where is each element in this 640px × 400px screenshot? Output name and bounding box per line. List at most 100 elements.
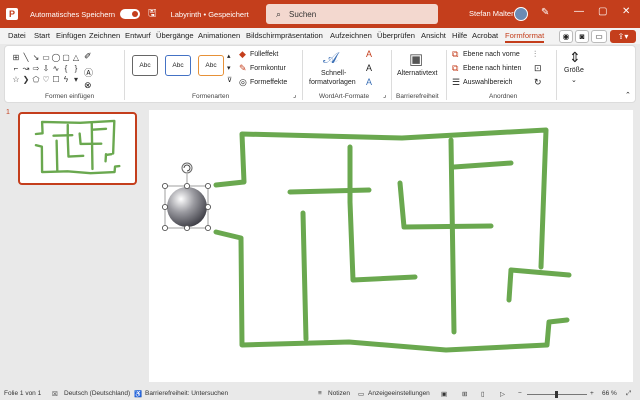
shapes-gallery[interactable]: ⊞ ╲ ↘ ▭ ◯ ▢ △ ⌐ ↝ ⇨ ⇩ ∿ { } ☆ ❯ ⬠ ♡ ☐ ϟ … xyxy=(11,52,81,88)
curved-connector-icon[interactable]: ↝ xyxy=(21,63,31,74)
close-icon[interactable]: ✕ xyxy=(622,6,630,17)
accessibility-icon[interactable]: ♿ xyxy=(134,390,142,398)
send-backward-button[interactable]: Ebene nach hinten xyxy=(463,65,521,72)
dialog-launcher-icon[interactable]: ⌟ xyxy=(383,91,386,99)
brace-right-icon[interactable]: } xyxy=(71,63,81,74)
align-icon[interactable]: ⫶ xyxy=(534,49,536,60)
notes-icon[interactable]: ≡ xyxy=(318,390,322,397)
text-effects-icon[interactable]: A xyxy=(366,77,372,87)
textbox-draw-icon[interactable]: Ⓐ xyxy=(84,66,93,79)
maze-lines[interactable] xyxy=(213,127,572,353)
language-icon[interactable]: ☒ xyxy=(52,390,58,398)
elbow-connector-icon[interactable]: ⌐ xyxy=(11,63,21,74)
tab-ansicht[interactable]: Ansicht xyxy=(421,31,446,40)
tab-formformat[interactable]: Formformat xyxy=(505,31,545,43)
heart-icon[interactable]: ♡ xyxy=(41,74,51,85)
size-icon[interactable]: ⇕ xyxy=(569,49,581,66)
notes-button[interactable]: Notizen xyxy=(328,390,350,397)
tab-acrobat[interactable]: Acrobat xyxy=(472,31,498,40)
rotate-icon[interactable]: ↻ xyxy=(534,77,542,88)
avatar[interactable] xyxy=(514,7,528,21)
size-button[interactable]: Größe xyxy=(564,67,584,74)
bring-forward-button[interactable]: Ebene nach vorne xyxy=(463,51,520,58)
text-outline-icon[interactable]: A xyxy=(366,63,372,73)
zoom-out-icon[interactable]: − xyxy=(518,390,522,397)
down-arrow-icon[interactable]: ⇩ xyxy=(41,63,51,74)
gallery-down-icon[interactable]: ▾ xyxy=(227,64,231,72)
more-shapes-icon[interactable]: ▾ xyxy=(71,74,81,85)
text-fill-icon[interactable]: A xyxy=(366,49,372,59)
wordart-a-icon[interactable]: 𝒜 xyxy=(323,50,338,68)
gallery-up-icon[interactable]: ▴ xyxy=(227,52,231,60)
triangle-icon[interactable]: △ xyxy=(71,52,81,63)
chevron-down-icon[interactable]: ⌄ xyxy=(571,76,577,84)
dialog-launcher-icon[interactable]: ⌟ xyxy=(293,91,296,99)
display-settings-icon[interactable]: ▭ xyxy=(358,390,364,398)
right-arrow-icon[interactable]: ⇨ xyxy=(31,63,41,74)
tab-datei[interactable]: Datei xyxy=(8,31,26,40)
tab-zeichnen[interactable]: Zeichnen xyxy=(89,31,120,40)
quick-styles-label-2[interactable]: formatvorlagen xyxy=(309,79,356,86)
tab-aufzeichnen[interactable]: Aufzeichnen xyxy=(330,31,372,40)
zoom-level[interactable]: 66 % xyxy=(602,390,617,397)
selected-ball-shape[interactable] xyxy=(161,162,212,232)
user-name[interactable]: Stefan Malter xyxy=(469,9,514,18)
tab-entwurf[interactable]: Entwurf xyxy=(125,31,151,40)
line-icon[interactable]: ╲ xyxy=(21,52,31,63)
merge-shapes-icon[interactable]: ⊗ xyxy=(84,80,92,91)
fit-to-window-icon[interactable]: ⤢ xyxy=(626,390,631,398)
slide-thumbnail[interactable] xyxy=(18,112,137,185)
tab-hilfe[interactable]: Hilfe xyxy=(452,31,467,40)
minimize-icon[interactable]: — xyxy=(574,6,584,17)
brace-icon[interactable]: { xyxy=(61,63,71,74)
star-icon[interactable]: ☆ xyxy=(11,74,21,85)
rotate-handle-icon[interactable] xyxy=(181,162,193,174)
slide-canvas[interactable] xyxy=(149,110,633,382)
shape-outline-button[interactable]: Formkontur xyxy=(250,65,286,72)
tab-bildschirmpraesentation[interactable]: Bildschirmpräsentation xyxy=(246,31,323,40)
curve-icon[interactable]: ∿ xyxy=(51,63,61,74)
search-box[interactable]: ⌕ Suchen xyxy=(266,4,438,24)
maze-drawing[interactable] xyxy=(149,110,633,382)
ball-shape[interactable] xyxy=(167,187,207,227)
slideshow-icon[interactable]: ▷ xyxy=(500,390,505,398)
designer-pen-icon[interactable]: ✎ xyxy=(541,7,549,18)
rounded-rect-icon[interactable]: ▢ xyxy=(61,52,71,63)
comments-icon[interactable]: ▭ xyxy=(591,30,607,43)
document-title[interactable]: Labyrinth • Gespeichert xyxy=(171,10,249,19)
rectangle-icon[interactable]: ▭ xyxy=(41,52,51,63)
textbox-icon[interactable]: ⊞ xyxy=(11,52,21,63)
shape-fill-button[interactable]: Fülleffekt xyxy=(250,51,278,58)
style-preset-3[interactable]: Abc xyxy=(198,55,224,76)
alt-text-icon[interactable]: ▣ xyxy=(409,50,423,68)
tab-start[interactable]: Start xyxy=(34,31,50,40)
lightning-icon[interactable]: ϟ xyxy=(61,74,71,85)
normal-view-icon[interactable]: ▣ xyxy=(441,390,447,398)
chevron-icon[interactable]: ❯ xyxy=(21,74,31,85)
record-icon[interactable]: ◉ xyxy=(559,30,573,43)
share-button[interactable]: ⇪▾ xyxy=(610,30,636,43)
edit-shape-icon[interactable]: ✐ xyxy=(84,51,92,62)
collapse-ribbon-icon[interactable]: ⌃ xyxy=(625,91,631,99)
callout-icon[interactable]: ☐ xyxy=(51,74,61,85)
tab-animationen[interactable]: Animationen xyxy=(198,31,240,40)
zoom-slider-thumb[interactable] xyxy=(555,391,558,398)
style-preset-2[interactable]: Abc xyxy=(165,55,191,76)
gallery-more-icon[interactable]: ⊽ xyxy=(227,76,232,84)
accessibility-status[interactable]: Barrierefreiheit: Untersuchen xyxy=(145,390,228,397)
zoom-in-icon[interactable]: + xyxy=(590,390,594,397)
slide-sorter-icon[interactable]: ⊞ xyxy=(462,390,467,398)
camera-icon[interactable]: ◙ xyxy=(575,30,589,43)
style-preset-1[interactable]: Abc xyxy=(132,55,158,76)
shape-effects-button[interactable]: Formeffekte xyxy=(250,79,287,86)
oval-icon[interactable]: ◯ xyxy=(51,52,61,63)
group-icon[interactable]: ⊡ xyxy=(534,63,542,74)
tab-einfuegen[interactable]: Einfügen xyxy=(56,31,86,40)
maximize-icon[interactable]: ▢ xyxy=(598,6,607,17)
tab-uebergaenge[interactable]: Übergänge xyxy=(156,31,194,40)
selection-pane-button[interactable]: Auswahlbereich xyxy=(463,79,512,86)
quick-styles-label-1[interactable]: Schnell- xyxy=(321,70,346,77)
tab-ueberpruefen[interactable]: Überprüfen xyxy=(377,31,415,40)
display-settings-button[interactable]: Anzeigeeinstellungen xyxy=(368,390,430,397)
save-icon[interactable]: 🖫 xyxy=(148,6,157,23)
